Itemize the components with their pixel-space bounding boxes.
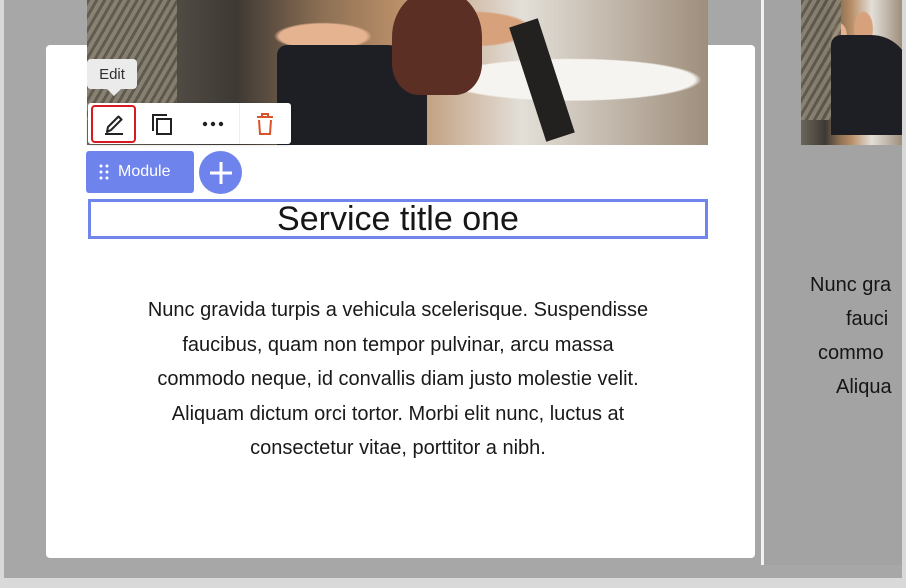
- drag-handle-icon: [99, 164, 109, 180]
- photo-dryer: [509, 45, 575, 142]
- service-title[interactable]: Service title one: [277, 200, 519, 239]
- copy-icon: [152, 113, 172, 135]
- photo-figure: [831, 35, 902, 135]
- canvas-left-frame: [0, 0, 4, 588]
- add-module-button[interactable]: [199, 151, 242, 194]
- module-drag-handle-button[interactable]: Module: [86, 151, 194, 193]
- canvas-right-frame: [902, 0, 906, 578]
- body-line: faucibus, quam non tempor pulvinar, arcu…: [182, 333, 614, 356]
- tooltip-label: Edit: [99, 65, 125, 83]
- adjacent-body-line: Aliqua: [836, 376, 892, 398]
- edit-tooltip: Edit: [87, 59, 137, 96]
- photo-hair: [392, 45, 482, 95]
- body-line: consectetur vitae, porttitor a nibh.: [250, 437, 546, 459]
- module-label: Module: [118, 163, 171, 180]
- adjacent-service-photo: [801, 0, 902, 145]
- edit-button[interactable]: [91, 105, 136, 143]
- delete-button[interactable]: [242, 103, 288, 144]
- service-title-module[interactable]: Service title one: [88, 199, 708, 239]
- module-toolbar: [88, 103, 291, 144]
- body-line: Aliquam dictum orci tortor. Morbi elit n…: [171, 402, 625, 425]
- pencil-icon: [104, 115, 123, 135]
- adjacent-service-body: Nunc gra fauci commo Aliqua: [810, 268, 902, 404]
- canvas-bottom-frame: [0, 578, 906, 588]
- service-body[interactable]: Nunc gravida turpis a vehicula scelerisq…: [88, 293, 708, 466]
- adjacent-body-line: Nunc gra: [810, 274, 892, 296]
- duplicate-button[interactable]: [139, 103, 185, 144]
- plus-icon: [209, 161, 232, 184]
- body-line: commodo neque, id convallis diam justo m…: [157, 368, 639, 390]
- toolbar-separator: [239, 103, 240, 144]
- more-options-button[interactable]: [190, 103, 236, 144]
- adjacent-body-line: fauci: [846, 308, 889, 330]
- more-dots-icon: [202, 121, 224, 126]
- body-line: Nunc gravida turpis a vehicula scelerisq…: [147, 299, 649, 321]
- trash-icon: [257, 112, 273, 135]
- adjacent-body-line: commo: [818, 342, 884, 364]
